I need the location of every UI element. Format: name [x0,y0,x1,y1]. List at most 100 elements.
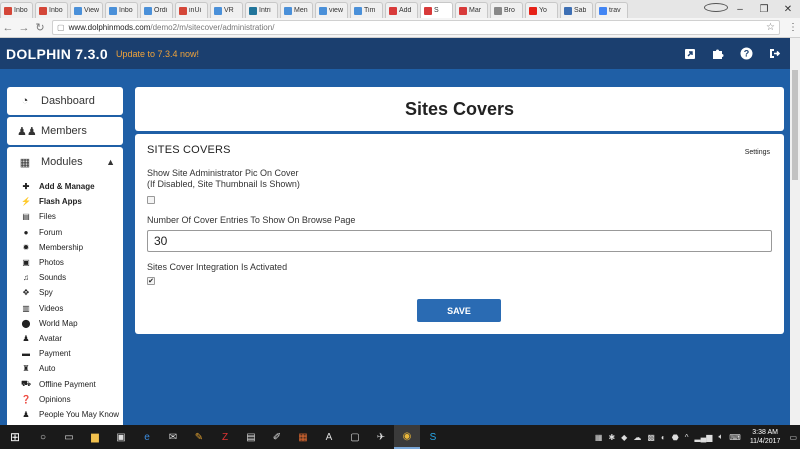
minimize-icon[interactable]: – [728,4,752,15]
browser-tab[interactable]: Inbo [0,2,33,18]
browser-tab[interactable]: Inbo [105,2,138,18]
page-scrollbar[interactable] [790,38,800,425]
sidebar-module-item[interactable]: ▥ Videos [7,301,123,316]
browser-tab[interactable]: Yo [525,2,558,18]
tray-app-icon[interactable]: ⬣ [672,433,679,442]
sidebar-module-item[interactable]: ⬤ World Map [7,316,123,331]
bluetooth-icon[interactable]: ✱ [608,433,615,442]
car-icon: ♜ [22,364,30,374]
edge-icon[interactable]: e [134,425,160,449]
filezilla-icon[interactable]: Z [212,425,238,449]
app-header: DOLPHIN 7.3.0 Update to 7.3.4 now! ? [0,38,800,69]
forward-icon[interactable]: → [16,22,32,34]
sidebar-module-item[interactable]: ♫ Sounds [7,270,123,285]
sidebar-module-item[interactable]: ⛟ Offline Payment [7,376,123,391]
cover-entries-input[interactable] [147,230,772,252]
save-button[interactable]: SAVE [417,299,501,322]
browser-menu-icon[interactable]: ⋮ [786,22,800,33]
notepad-icon[interactable]: ✐ [264,425,290,449]
browser-tab[interactable]: Inbo [35,2,68,18]
update-link[interactable]: Update to 7.3.4 now! [116,49,199,59]
store-icon[interactable]: ▣ [108,425,134,449]
image-app-icon[interactable]: ▦ [290,425,316,449]
task-view-icon[interactable]: ▭ [56,425,82,449]
notifications-icon[interactable]: ▭ [789,433,797,442]
sidebar-module-item[interactable]: ▬ Payment [7,346,123,361]
help-icon[interactable]: ? [732,44,760,64]
maximize-icon[interactable]: ❐ [752,4,776,15]
logout-icon[interactable] [760,44,788,64]
tray-app-icon[interactable]: ▦ [595,433,603,442]
browser-tab[interactable]: S [420,2,453,18]
address-bar[interactable]: ▢ www.dolphinmods.com/demo2/m/sitecover/… [52,20,780,35]
text-app-icon[interactable]: A [316,425,342,449]
sidebar-module-item[interactable]: ♜ Auto [7,361,123,376]
browser-tab[interactable]: Mar [455,2,488,18]
browser-tab[interactable]: Sab [560,2,593,18]
cloud-icon[interactable]: ☁ [633,433,641,442]
chrome-icon[interactable]: ◉ [394,425,420,449]
sidebar-module-item[interactable]: ♟ People You May Know [7,407,123,422]
browser-tab[interactable]: View [70,2,103,18]
bookmark-star-icon[interactable]: ☆ [766,22,775,33]
sidebar-item-label: Members [41,125,87,137]
keyboard-icon[interactable]: ⌨ [729,433,741,442]
app-icon[interactable]: ✎ [186,425,212,449]
sidebar-item-members[interactable]: ♟♟ Members [7,117,123,145]
browser-tab[interactable]: inUi [175,2,208,18]
dropbox-icon[interactable]: ◆ [621,433,627,442]
gmail-icon [39,6,47,15]
back-icon[interactable]: ← [0,22,16,34]
admin-pic-checkbox[interactable] [147,196,155,204]
sidebar-module-item[interactable]: ❓ Opinions [7,392,123,407]
sidebar-module-item[interactable]: ▣ Photos [7,255,123,270]
sidebar-item-dashboard[interactable]: ◔ Dashboard [7,87,123,115]
close-icon[interactable]: ✕ [776,4,800,15]
utility-app-icon[interactable]: ✈ [368,425,394,449]
external-link-icon[interactable] [676,44,704,64]
tray-app-icon[interactable]: ◐ [661,433,666,442]
mail-icon[interactable]: ✉ [160,425,186,449]
window-app-icon[interactable]: ▢ [342,425,368,449]
sidebar-module-item[interactable]: ✥ Spy [7,285,123,300]
browser-tab[interactable]: Add [385,2,418,18]
browser-tab[interactable]: trav [595,2,628,18]
scrollbar-thumb[interactable] [792,70,798,180]
puzzle-icon[interactable] [704,44,732,64]
show-hidden-icons-icon[interactable]: ^ [685,433,689,442]
windows-start-icon[interactable]: ⊞ [0,430,30,444]
sidebar-item-modules[interactable]: ▦ Modules ▲ [7,153,123,171]
sidebar-module-label: World Map [39,318,78,328]
taskbar-clock[interactable]: 3:38 AM 11/4/2017 [750,428,781,446]
browser-tab[interactable]: Men [280,2,313,18]
chevron-up-icon[interactable]: ▲ [106,157,115,167]
browser-tab[interactable]: Tim [350,2,383,18]
sidebar-module-item[interactable]: ♟ Avatar [7,331,123,346]
browser-tab-label: Inbo [119,7,133,14]
settings-link[interactable]: Settings [745,149,770,156]
gmail-icon [4,6,12,15]
browser-tab[interactable]: VR [210,2,243,18]
file-explorer-icon[interactable]: ▆ [82,425,108,449]
chat-icon: ● [23,227,29,237]
browser-tab[interactable]: Bro [490,2,523,18]
network-icon[interactable]: ▂▄▆ [694,433,712,442]
reload-icon[interactable]: ↻ [32,21,48,34]
sidebar-module-item[interactable]: ✹ Membership [7,240,123,255]
tray-app-icon[interactable]: ▩ [647,433,655,442]
cortana-icon[interactable]: ○ [30,425,56,449]
sidebar-module-item[interactable]: ● Forum [7,225,123,240]
sidebar-module-item[interactable]: ▤ Files [7,209,123,224]
browser-tab[interactable]: Intri [245,2,278,18]
sidebar-module-label: Payment [39,349,71,359]
integration-checkbox[interactable]: ✔ [147,277,155,285]
profile-icon[interactable] [704,3,728,15]
volume-icon[interactable]: 🔈︎ [718,432,723,442]
link-icon [214,6,222,15]
sidebar-module-item[interactable]: ✚ Add & Manage [7,179,123,194]
document-icon[interactable]: ▤ [238,425,264,449]
sidebar-module-item[interactable]: ⚡ Flash Apps [7,194,123,209]
skype-icon[interactable]: S [420,425,446,449]
browser-tab[interactable]: Ordi [140,2,173,18]
browser-tab[interactable]: view [315,2,348,18]
